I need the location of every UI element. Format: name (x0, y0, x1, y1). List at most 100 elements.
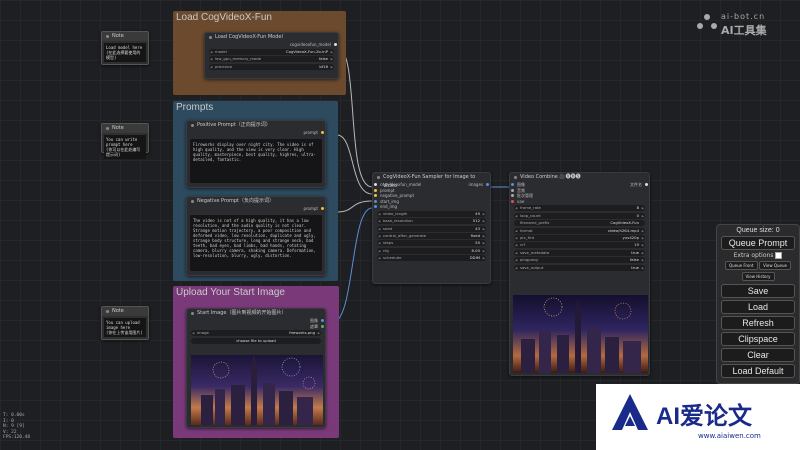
widget-label: crf (520, 242, 525, 248)
widget-video-length[interactable]: video_length 49 (377, 210, 486, 217)
input-port-dot[interactable] (374, 205, 377, 209)
watermark-sub: www.aiaiwen.com (698, 432, 761, 440)
widget-control-after-generate[interactable]: control_after_generate fixed (377, 233, 486, 240)
output-port-dot[interactable] (321, 319, 324, 323)
view-queue-button[interactable]: View Queue (759, 261, 792, 270)
video-preview[interactable] (513, 295, 648, 373)
input-port-dot[interactable] (511, 194, 514, 198)
note-text[interactable]: You can write prompt here (你可以在此处编写提示词) (104, 135, 146, 159)
watermark-bottom: AI爱论文 www.aiaiwen.com (596, 384, 800, 450)
output-port-dot[interactable] (645, 183, 648, 187)
widget-value: fixed (470, 233, 480, 239)
positive-prompt-textarea[interactable]: Fireworks display over night city. The v… (190, 138, 322, 183)
note-title: Note (102, 124, 148, 133)
input-port-dot[interactable] (374, 194, 377, 198)
input-port-dot[interactable] (374, 199, 377, 203)
input-port-dot[interactable] (374, 188, 377, 192)
widget-crf[interactable]: crf 19 (514, 242, 645, 249)
widget-value: 43 (475, 225, 480, 231)
input-label: vae (517, 198, 525, 204)
input-port-dot[interactable] (511, 199, 514, 203)
input-port-dot[interactable] (511, 183, 514, 187)
note-title: Note (102, 307, 148, 316)
load-default-button[interactable]: Load Default (721, 364, 795, 378)
widget-label: control_after_generate (383, 233, 427, 239)
widget-steps[interactable]: steps 50 (377, 240, 486, 247)
widget-label: save_metadata (520, 249, 550, 255)
stat-fps: FPS:120.48 (3, 435, 31, 440)
node-start-image[interactable]: Start Image（图片到视频的开始图片） 图像 遮罩 image firew… (186, 308, 326, 428)
widget-label: base_resolution (383, 218, 413, 224)
output-port-dot[interactable] (321, 131, 324, 135)
widget-save-metadata[interactable]: save_metadata true (514, 249, 645, 256)
upload-button[interactable]: choose file to upload (191, 337, 321, 344)
input-label: cogvideoxfun_model (380, 182, 422, 187)
widget-pingpong[interactable]: pingpong false (514, 257, 645, 264)
watermark-a-icon (610, 392, 650, 432)
node-video-combine[interactable]: Video Combine 🎥🅥🅗🅢 图像文件名 音频 批次管理 vae fra… (509, 172, 650, 376)
widget-frame-rate[interactable]: frame_rate 8 (514, 205, 645, 212)
widget-value: 50 (475, 240, 480, 246)
widget-label: scheduler (383, 255, 402, 261)
node-negative-prompt[interactable]: Negative Prompt（负向提示词） prompt The video … (186, 196, 326, 276)
note-text[interactable]: Load model here (在此选择要使用的模型) (104, 43, 146, 62)
output-port-dot[interactable] (321, 324, 324, 328)
input-port-dot[interactable] (511, 188, 514, 192)
widget-value: false (629, 257, 639, 263)
widget-seed[interactable]: seed 43 (377, 225, 486, 232)
save-button[interactable]: Save (721, 284, 795, 298)
output-label: prompt (303, 130, 318, 135)
clipspace-button[interactable]: Clipspace (721, 332, 795, 346)
widget-image[interactable]: image fireworks.png (191, 330, 321, 337)
widget-label: cfg (383, 247, 389, 253)
widget-value: CogVideoX-Fun (610, 220, 639, 226)
note-text[interactable]: You can upload image here (你在上传该用图片) (104, 318, 146, 337)
queue-prompt-button[interactable]: Queue Prompt (721, 236, 795, 250)
widget-base-resolution[interactable]: base_resolution 512 (377, 218, 486, 225)
widget-format[interactable]: format video/h264-mp4 (514, 227, 645, 234)
node-load-model[interactable]: Load CogVideoX-Fun Model cogvideoxfun_mo… (204, 32, 339, 79)
group-title: Load CogVideoX-Fun (176, 12, 272, 23)
output-label: prompt (303, 206, 318, 211)
widget-pix-fmt[interactable]: pix_fmt yuv420p (514, 234, 645, 241)
widget-save-output[interactable]: save_output true (514, 264, 645, 271)
widget-value: video/h264-mp4 (607, 227, 639, 233)
widget-value: CogVideoX-Fun-2b-InP (286, 48, 328, 54)
output-port-dot[interactable] (334, 43, 337, 47)
queue-panel[interactable]: Queue size: 0 Queue Prompt Extra options… (716, 224, 800, 384)
widget-value: 6.00 (471, 247, 480, 253)
node-title: CogVideoX-Fun Sampler for Image to Video (373, 173, 490, 189)
output-port-dot[interactable] (486, 183, 489, 187)
widget-value: yuv420p (622, 234, 639, 240)
output-port-dot[interactable] (321, 207, 324, 211)
widget-scheduler[interactable]: scheduler DDIM (377, 255, 486, 262)
queue-front-button[interactable]: Queue Front (724, 261, 758, 270)
group-title: Upload Your Start Image (176, 287, 285, 298)
widget-filename-prefix[interactable]: filename_prefix CogVideoX-Fun (514, 220, 645, 227)
widget-label: seed (383, 225, 393, 231)
note-upload[interactable]: Note You can upload image here (你在上传该用图片… (101, 306, 149, 340)
note-prompt[interactable]: Note You can write prompt here (你可以在此处编写… (101, 123, 149, 159)
widget-model[interactable]: model CogVideoX-Fun-2b-InP (209, 48, 334, 55)
widget-loop-count[interactable]: loop_count 0 (514, 212, 645, 219)
widget-value: true (631, 249, 639, 255)
widget-precision[interactable]: precision bf16 (209, 63, 334, 70)
note-load-model[interactable]: Note Load model here (在此选择要使用的模型) (101, 31, 149, 65)
widget-low-gpu[interactable]: low_gpu_memory_mode false (209, 56, 334, 63)
watermark-line2: AI工具集 (721, 24, 767, 37)
view-history-button[interactable]: View History (741, 272, 775, 281)
node-positive-prompt[interactable]: Positive Prompt（正向提示词） prompt Fireworks … (186, 120, 326, 188)
widget-cfg[interactable]: cfg 6.00 (377, 247, 486, 254)
input-label: 批次管理 (517, 193, 533, 198)
group-title: Prompts (176, 102, 214, 113)
negative-prompt-textarea[interactable]: The video is not of a high quality, it h… (190, 214, 322, 271)
extra-options-checkbox[interactable] (775, 252, 783, 259)
input-port-dot[interactable] (374, 183, 377, 187)
extra-options-label: Extra options (733, 252, 774, 259)
node-sampler[interactable]: CogVideoX-Fun Sampler for Image to Video… (372, 172, 491, 284)
watermark-top: ai-bot.cn AI工具集 (696, 10, 796, 37)
widget-label: image (197, 330, 209, 336)
load-button[interactable]: Load (721, 300, 795, 314)
refresh-button[interactable]: Refresh (721, 316, 795, 330)
clear-button[interactable]: Clear (721, 348, 795, 362)
